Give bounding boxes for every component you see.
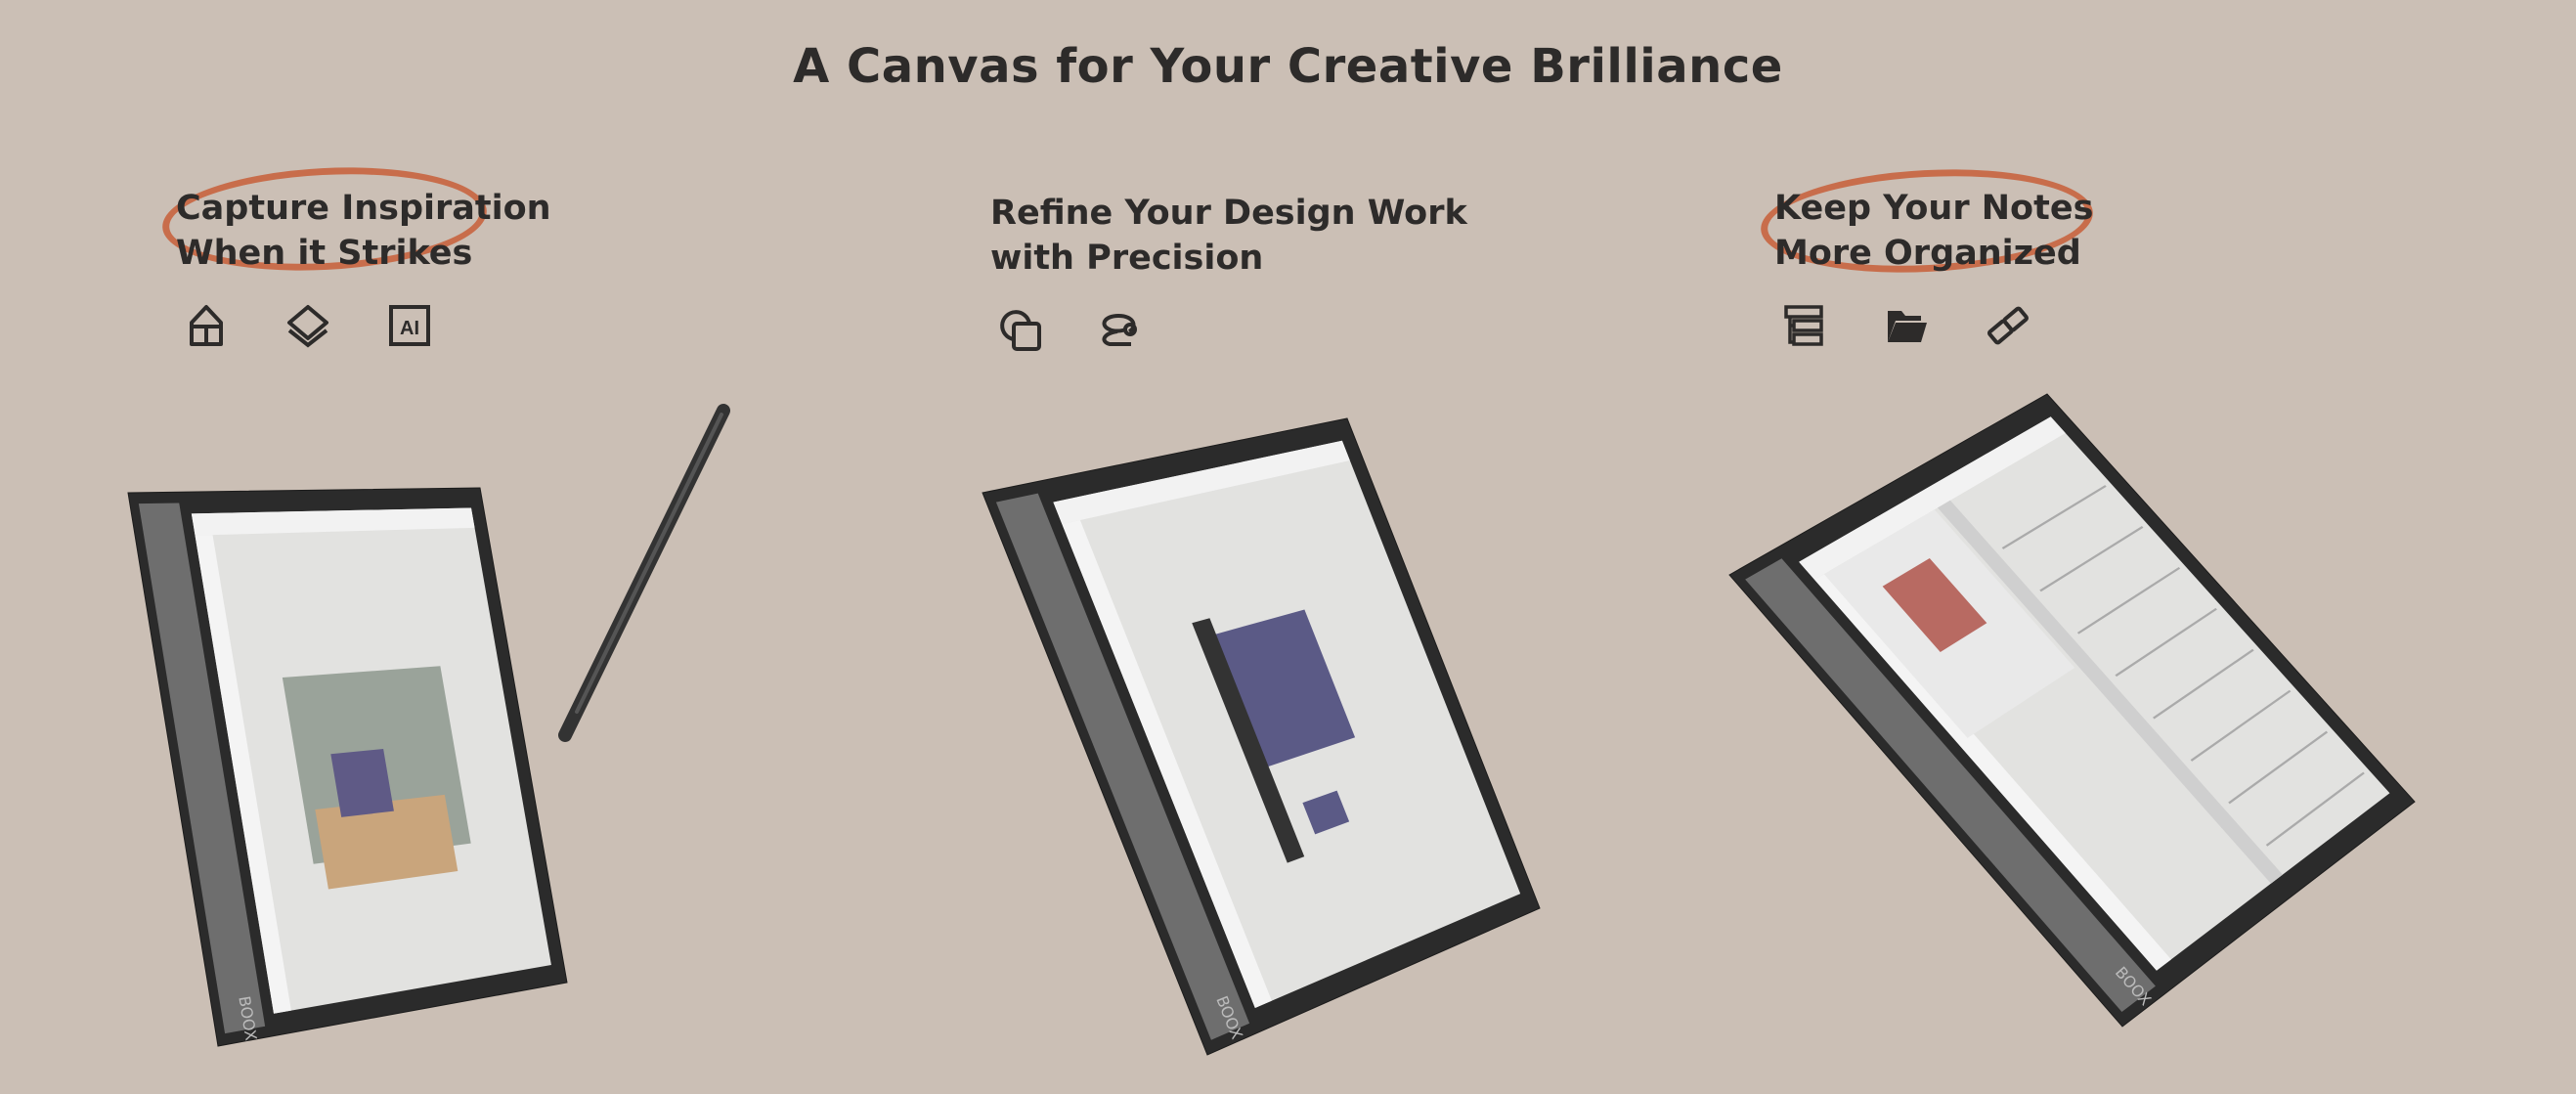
stylus-pen [558,404,730,742]
svg-text:AI: AI [400,318,419,339]
feature-refine-design: Refine Your Design Work with Precision [990,191,1467,353]
feature-heading: Capture Inspiration When it Strikes [176,189,551,273]
sketch-sofa [330,749,394,817]
feature-capture-inspiration: Capture Inspiration When it Strikes AI [159,159,551,348]
tablet-notes-device: BOOX [1728,393,2416,1028]
lasso-icon [1102,313,1137,346]
layers-icon [287,305,328,348]
tablet-sketch-device: BOOX [127,487,568,1047]
home-split-icon [190,305,223,346]
folder-icon [1888,311,1927,342]
tablet-design-device: BOOX [982,417,1541,1056]
device-illustrations: BOOX BOOX BOOX [127,393,2416,1056]
feature-heading: Refine Your Design Work with Precision [990,194,1467,278]
ai-icon: AI [389,305,430,346]
outline-list-icon [1784,305,1823,346]
feature-organize-notes: Keep Your Notes More Organized [1758,161,2096,348]
feature-heading: Keep Your Notes More Organized [1774,189,2094,273]
link-icon [1987,306,2030,345]
shapes-icon [1000,310,1041,351]
